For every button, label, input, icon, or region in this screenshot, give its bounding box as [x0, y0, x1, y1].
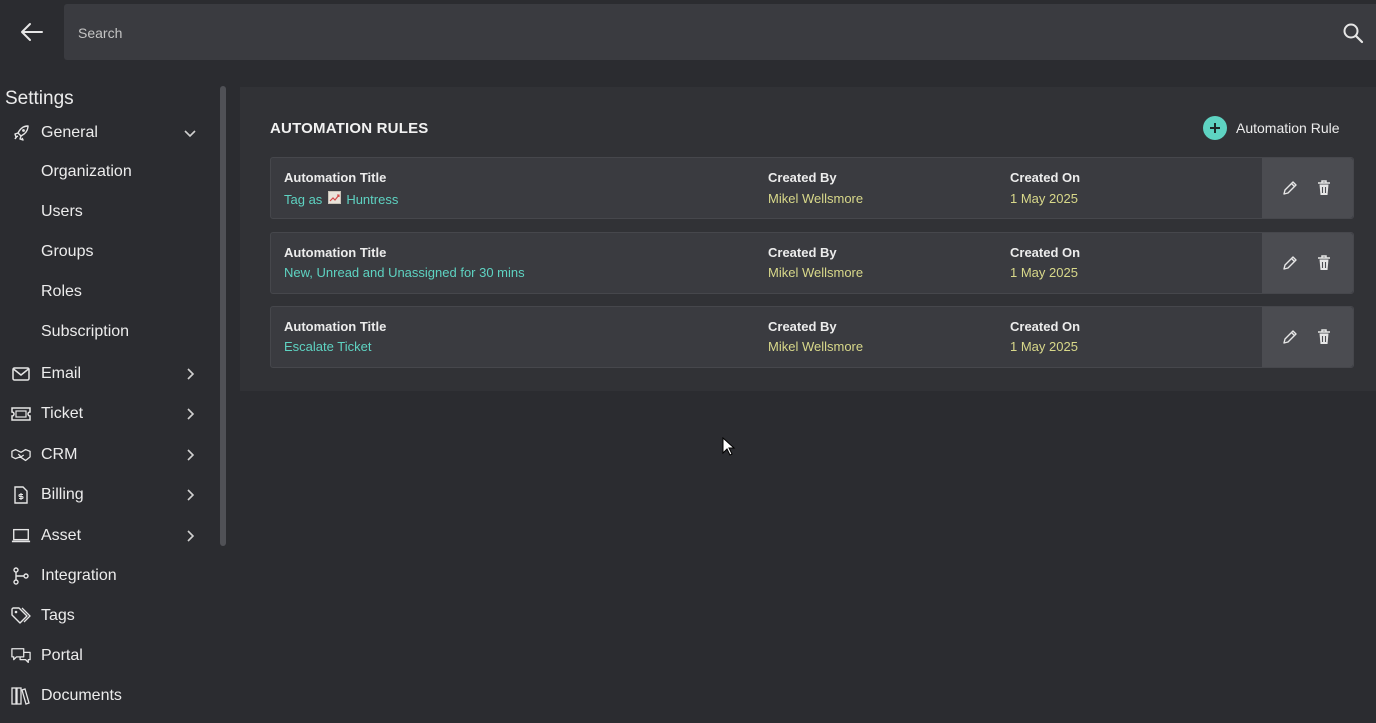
rule-actions: [1262, 233, 1353, 293]
page-title: AUTOMATION RULES: [270, 120, 429, 137]
chevron-right-icon: [187, 489, 195, 501]
chevron-right-icon: [187, 449, 195, 461]
sidebar-subitem-subscription[interactable]: Subscription: [0, 316, 210, 350]
rule-actions: [1262, 307, 1353, 367]
sidebar-item-portal[interactable]: Portal: [0, 638, 210, 674]
pencil-icon[interactable]: [1280, 327, 1300, 347]
rule-created-by: Mikel Wellsmore: [768, 339, 864, 354]
rule-title[interactable]: New, Unread and Unassigned for 30 mins: [284, 265, 525, 280]
rule-created-on: 1 May 2025: [1010, 265, 1078, 280]
sidebar-item-label: Ticket: [41, 405, 84, 422]
column-label-created-by: Created By: [768, 170, 837, 185]
sidebar-item-label: Asset: [41, 527, 82, 544]
pencil-icon[interactable]: [1280, 253, 1300, 273]
handshake-icon: [11, 445, 31, 465]
envelope-icon: [11, 364, 31, 384]
column-label-title: Automation Title: [284, 170, 387, 185]
rule-row[interactable]: Automation Title New, Unread and Unassig…: [270, 232, 1354, 294]
column-label-title: Automation Title: [284, 319, 387, 334]
sidebar-item-integration[interactable]: Integration: [0, 558, 210, 594]
chevron-right-icon: [187, 530, 195, 542]
sidebar-title: Settings: [5, 88, 74, 109]
trash-icon[interactable]: [1314, 327, 1334, 347]
chevron-right-icon: [187, 368, 195, 380]
sidebar-subitem-organization[interactable]: Organization: [0, 156, 210, 190]
chat-bubbles-icon: [11, 646, 31, 666]
search-icon[interactable]: [1342, 22, 1364, 44]
rule-title-text: Huntress: [346, 191, 399, 207]
pencil-icon[interactable]: [1280, 178, 1300, 198]
sidebar-subitem-label: Organization: [41, 163, 132, 180]
sidebar-item-label: Email: [41, 365, 82, 382]
sidebar-item-general[interactable]: General: [0, 115, 210, 151]
column-label-created-by: Created By: [768, 319, 837, 334]
sidebar-item-label: Integration: [41, 567, 117, 584]
automation-rules-panel: AUTOMATION RULES Automation Rule Automat…: [240, 87, 1376, 391]
sidebar-item-label: General: [41, 124, 98, 141]
git-branch-icon: [11, 566, 31, 586]
column-label-title: Automation Title: [284, 245, 387, 260]
sidebar-item-label: Tags: [41, 607, 75, 624]
add-automation-rule-button[interactable]: Automation Rule: [1203, 116, 1340, 140]
arrow-left-icon: [21, 23, 43, 41]
rule-actions: [1262, 158, 1353, 218]
sidebar-item-documents[interactable]: Documents: [0, 678, 210, 714]
trash-icon[interactable]: [1314, 253, 1334, 273]
sidebar-item-label: CRM: [41, 446, 78, 463]
chevron-right-icon: [187, 408, 195, 420]
sidebar-subitem-label: Roles: [41, 283, 82, 300]
sidebar-item-email[interactable]: Email: [0, 356, 210, 392]
sidebar-item-asset[interactable]: Asset: [0, 518, 210, 554]
tag-emoji-icon: [328, 191, 342, 207]
invoice-icon: [11, 485, 31, 505]
sidebar-item-billing[interactable]: Billing: [0, 477, 210, 513]
sidebar-subitem-label: Users: [41, 203, 83, 220]
sidebar-scrollbar[interactable]: [220, 86, 226, 546]
column-label-created-on: Created On: [1010, 245, 1081, 260]
sidebar-item-ticket[interactable]: Ticket: [0, 396, 210, 432]
plus-icon: [1203, 116, 1227, 140]
sidebar-item-label: Documents: [41, 687, 122, 704]
sidebar-subitem-roles[interactable]: Roles: [0, 276, 210, 310]
rule-created-by: Mikel Wellsmore: [768, 265, 864, 280]
sidebar-item-tags[interactable]: Tags: [0, 598, 210, 634]
sidebar-subitem-groups[interactable]: Groups: [0, 236, 210, 270]
books-icon: [11, 686, 31, 706]
sidebar-item-label: Portal: [41, 647, 83, 664]
ticket-icon: [11, 404, 31, 424]
add-automation-rule-label: Automation Rule: [1236, 120, 1340, 136]
mouse-cursor-icon: [722, 437, 736, 456]
sidebar-item-label: Billing: [41, 486, 84, 503]
rule-title[interactable]: Tag as Huntress: [284, 191, 398, 207]
sidebar-subitem-label: Groups: [41, 243, 94, 260]
rule-row[interactable]: Automation Title Escalate Ticket Created…: [270, 306, 1354, 368]
settings-sidebar: Settings General Organization Users Grou…: [0, 86, 222, 723]
rocket-icon: [11, 123, 31, 143]
tags-icon: [11, 606, 31, 626]
rule-created-on: 1 May 2025: [1010, 339, 1078, 354]
laptop-icon: [11, 526, 31, 546]
sidebar-subitem-users[interactable]: Users: [0, 196, 210, 230]
rule-row[interactable]: Automation Title Tag as Huntress Created…: [270, 157, 1354, 219]
column-label-created-on: Created On: [1010, 319, 1081, 334]
chevron-down-icon: [184, 130, 196, 138]
search-input[interactable]: [76, 4, 1320, 62]
back-button[interactable]: [14, 14, 50, 50]
rule-created-by: Mikel Wellsmore: [768, 191, 864, 206]
rule-title[interactable]: Escalate Ticket: [284, 339, 371, 354]
trash-icon[interactable]: [1314, 178, 1334, 198]
rule-title-prefix: Tag as: [284, 191, 323, 207]
rule-created-on: 1 May 2025: [1010, 191, 1078, 206]
search-bar: [64, 4, 1376, 62]
column-label-created-by: Created By: [768, 245, 837, 260]
sidebar-subitem-label: Subscription: [41, 323, 130, 340]
column-label-created-on: Created On: [1010, 170, 1081, 185]
sidebar-item-crm[interactable]: CRM: [0, 437, 210, 473]
